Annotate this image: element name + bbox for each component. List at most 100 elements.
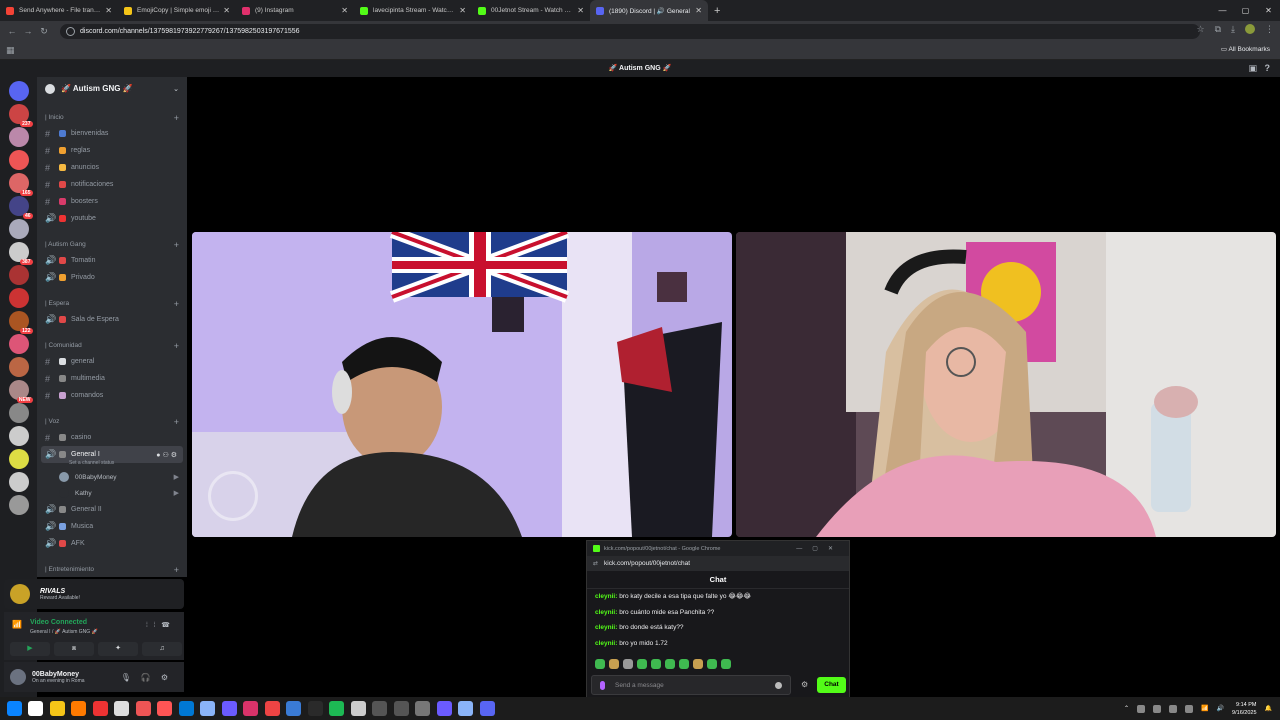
server-icon[interactable]: 387 bbox=[8, 242, 33, 265]
server-icon[interactable] bbox=[8, 334, 29, 354]
taskbar-app-icon[interactable] bbox=[436, 701, 452, 716]
noise-suppression-icon[interactable]: ⦙⦙ bbox=[146, 622, 161, 629]
taskbar-app-icon[interactable] bbox=[157, 701, 172, 716]
taskbar-app-icon[interactable] bbox=[200, 701, 215, 716]
screen-share-button[interactable]: ⧈ bbox=[54, 642, 94, 656]
emote-icon[interactable] bbox=[609, 659, 619, 669]
profile-avatar[interactable] bbox=[1245, 24, 1255, 34]
server-icon[interactable]: 46 bbox=[8, 196, 33, 219]
add-channel-icon[interactable]: + bbox=[174, 240, 179, 250]
menu-icon[interactable]: ⋮ bbox=[1265, 24, 1274, 35]
server-icon[interactable] bbox=[8, 449, 29, 469]
taskbar-app-icon[interactable] bbox=[6, 701, 22, 716]
server-icon[interactable] bbox=[8, 127, 29, 147]
chat-message-input[interactable]: Send a message bbox=[591, 675, 791, 695]
star-icon[interactable]: ☆ bbox=[1197, 24, 1205, 35]
new-tab-icon[interactable]: + bbox=[708, 5, 726, 17]
channel-category[interactable]: | Comunidad + bbox=[37, 338, 187, 353]
chat-username[interactable]: cleynii: bbox=[595, 609, 617, 616]
browser-tab[interactable]: lavecipinta Stream - Watch Live ✕ bbox=[354, 0, 472, 21]
voice-user[interactable]: 00BabyMoney ▶ bbox=[37, 469, 187, 485]
server-icon[interactable] bbox=[8, 495, 29, 515]
chevron-up-icon[interactable]: ⌃ bbox=[1124, 705, 1129, 712]
emote-icon[interactable] bbox=[595, 659, 605, 669]
user-avatar[interactable] bbox=[10, 669, 26, 685]
taskbar-app-icon[interactable] bbox=[350, 701, 366, 716]
video-tile-kathy[interactable] bbox=[736, 232, 1276, 537]
channel-status[interactable]: Set a channel status bbox=[37, 460, 187, 469]
notifications-icon[interactable]: 🔔 bbox=[1265, 705, 1272, 712]
server-header[interactable]: 🚀 Autism GNG 🚀 ⌄ bbox=[37, 77, 187, 100]
server-icon[interactable] bbox=[8, 403, 29, 423]
close-icon[interactable]: ✕ bbox=[828, 546, 843, 552]
tab-close-icon[interactable]: ✕ bbox=[695, 6, 702, 15]
taskbar-app-icon[interactable] bbox=[264, 701, 280, 716]
channel-item[interactable]: 🔊 Musica bbox=[37, 518, 187, 535]
reload-icon[interactable]: ↻ bbox=[36, 26, 52, 37]
taskbar-app-icon[interactable] bbox=[114, 701, 129, 716]
server-icon[interactable] bbox=[8, 150, 29, 170]
channel-category[interactable]: | Espera + bbox=[37, 296, 187, 311]
channel-item[interactable]: 🔊 youtube bbox=[37, 210, 187, 227]
headphones-icon[interactable]: 🎧 bbox=[141, 673, 161, 682]
channel-item[interactable]: # boosters bbox=[37, 193, 187, 210]
server-icon[interactable] bbox=[8, 288, 29, 308]
tab-close-icon[interactable]: ✕ bbox=[105, 6, 112, 15]
video-tile-00babymoney[interactable] bbox=[192, 232, 732, 537]
chat-username[interactable]: cleynii: bbox=[595, 593, 617, 600]
discord-home-icon[interactable] bbox=[8, 81, 29, 101]
channel-category[interactable]: | Entretenimiento + bbox=[37, 562, 187, 577]
back-icon[interactable]: ← bbox=[4, 26, 20, 36]
soundboard-button[interactable]: ♫ bbox=[142, 642, 182, 656]
emote-icon[interactable] bbox=[679, 659, 689, 669]
add-channel-icon[interactable]: + bbox=[174, 113, 179, 123]
channel-item[interactable]: 🔊 General II bbox=[37, 501, 187, 518]
tray-icon[interactable] bbox=[1185, 704, 1194, 713]
taskbar-app-icon[interactable] bbox=[415, 701, 430, 716]
tab-close-icon[interactable]: ✕ bbox=[459, 6, 466, 15]
channel-item[interactable]: # multimedia bbox=[37, 370, 187, 387]
activity-button[interactable]: ✦ bbox=[98, 642, 138, 656]
help-icon[interactable]: ? bbox=[1265, 63, 1271, 73]
server-icon[interactable]: NEW bbox=[8, 380, 33, 403]
taskbar-app-icon[interactable] bbox=[221, 701, 237, 716]
emote-icon[interactable] bbox=[637, 659, 647, 669]
server-icon[interactable] bbox=[8, 219, 29, 239]
inbox-icon[interactable]: ▣ bbox=[1248, 63, 1257, 73]
browser-tab[interactable]: (1890) Discord | 🔊 General ✕ bbox=[590, 0, 708, 21]
server-icon[interactable] bbox=[8, 265, 29, 285]
minimize-icon[interactable]: — bbox=[796, 546, 812, 552]
forward-icon[interactable]: → bbox=[20, 26, 36, 36]
channel-item[interactable]: 🔊 Tomatin bbox=[37, 252, 187, 269]
taskbar-app-icon[interactable] bbox=[393, 701, 409, 716]
chat-username[interactable]: cleynii: bbox=[595, 640, 617, 647]
taskbar-app-icon[interactable] bbox=[329, 701, 344, 716]
add-channel-icon[interactable]: + bbox=[174, 417, 179, 427]
server-icon[interactable] bbox=[8, 357, 29, 377]
channel-category[interactable]: | Voz + bbox=[37, 414, 187, 429]
close-icon[interactable]: ✕ bbox=[1257, 0, 1280, 21]
channel-item[interactable]: # anuncios bbox=[37, 159, 187, 176]
gear-icon[interactable]: ⚙ bbox=[161, 673, 178, 682]
tab-close-icon[interactable]: ✕ bbox=[341, 6, 348, 15]
wifi-icon[interactable]: 📶 bbox=[1201, 705, 1208, 712]
channel-item[interactable]: # bienvenidas bbox=[37, 125, 187, 142]
browser-tab[interactable]: EmojiCopy | Simple emoji copy ✕ bbox=[118, 0, 236, 21]
all-bookmarks[interactable]: ▭ All Bookmarks bbox=[1221, 45, 1270, 53]
taskbar-app-icon[interactable] bbox=[286, 701, 301, 716]
maximize-icon[interactable]: ▢ bbox=[1234, 0, 1257, 21]
channel-item[interactable]: # general bbox=[37, 353, 187, 370]
server-icon[interactable]: 122 bbox=[8, 311, 33, 334]
channel-category[interactable]: | Inicio + bbox=[37, 110, 187, 125]
chat-settings-icon[interactable]: ⚙ bbox=[801, 680, 808, 689]
taskbar-app-icon[interactable] bbox=[49, 701, 65, 716]
emote-icon[interactable] bbox=[623, 659, 633, 669]
browser-tab[interactable]: 00Jetnot Stream - Watch Live ✕ bbox=[472, 0, 590, 21]
add-channel-icon[interactable]: + bbox=[174, 341, 179, 351]
extensions-icon[interactable]: ⧉ bbox=[1215, 24, 1221, 35]
add-channel-icon[interactable]: + bbox=[174, 299, 179, 309]
tab-close-icon[interactable]: ✕ bbox=[223, 6, 230, 15]
system-clock[interactable]: 9:14 PM 9/16/2025 bbox=[1232, 701, 1256, 717]
voice-user[interactable]: Kathy ▶ bbox=[37, 485, 187, 501]
invite-icon[interactable]: ⚇ bbox=[162, 452, 170, 459]
